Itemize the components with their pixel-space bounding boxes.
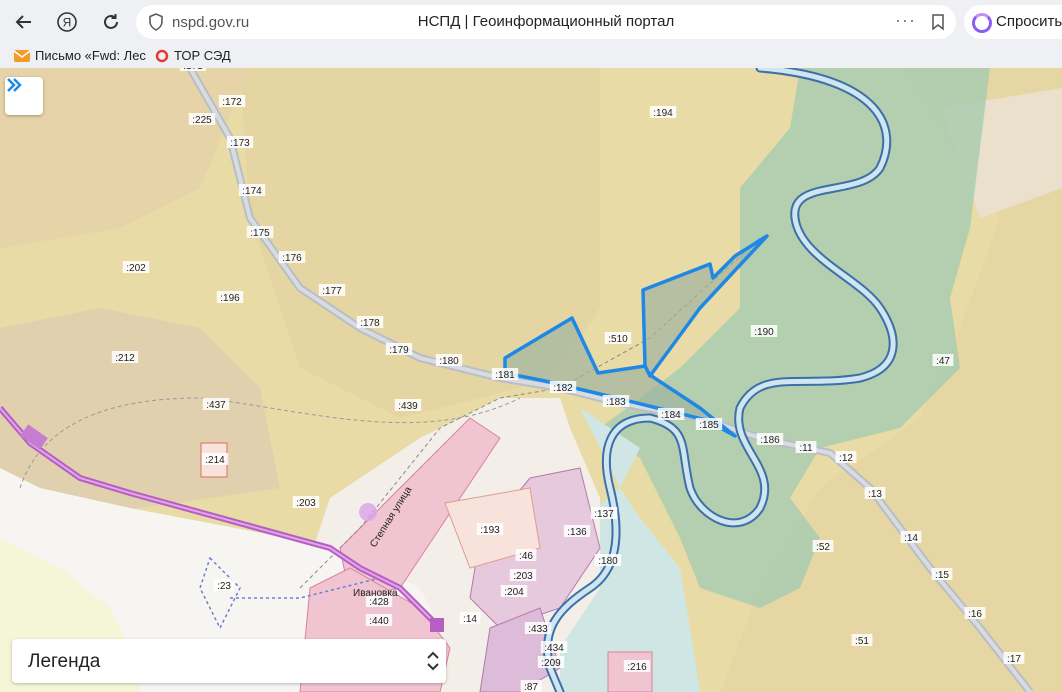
- parcel-label[interactable]: :180: [439, 356, 459, 367]
- legend-panel[interactable]: Легенда: [12, 639, 446, 683]
- parcel-label[interactable]: :193: [480, 525, 500, 536]
- bookmark-icon[interactable]: [930, 13, 946, 36]
- parcel-label[interactable]: :171: [183, 68, 203, 72]
- village-label: Ивановка: [353, 588, 398, 599]
- parcel-label[interactable]: :184: [661, 410, 681, 421]
- parcel-label[interactable]: :179: [389, 345, 409, 356]
- parcel-label[interactable]: :190: [754, 327, 774, 338]
- parcel-label[interactable]: :194: [653, 108, 673, 119]
- ring-icon: [155, 49, 169, 62]
- parcel-label[interactable]: :17: [1007, 654, 1021, 665]
- parcel-label[interactable]: :14: [463, 614, 477, 625]
- parcel-label[interactable]: :14: [904, 533, 918, 544]
- parcel-label[interactable]: :434: [544, 643, 564, 654]
- parcel-label[interactable]: :439: [398, 401, 418, 412]
- map-canvas[interactable]: :171 :172 :225 :173 :174 :175 :202 :176 :196 :177…: [0, 68, 1062, 692]
- parcel-label[interactable]: :180: [598, 556, 618, 567]
- parcel-label[interactable]: :186: [760, 435, 780, 446]
- poi-marker[interactable]: [359, 503, 377, 521]
- parcel-label[interactable]: :176: [282, 253, 302, 264]
- address-bar[interactable]: nspd.gov.ru НСПД | Геоинформационный пор…: [136, 5, 956, 39]
- road-node: [430, 618, 444, 632]
- parcel-label[interactable]: :172: [222, 97, 242, 108]
- parcel-label[interactable]: :212: [115, 353, 135, 364]
- parcel-label[interactable]: :433: [528, 624, 548, 635]
- parcel-label[interactable]: :182: [553, 383, 573, 394]
- parcel-label[interactable]: :12: [839, 453, 853, 464]
- expand-panel-button[interactable]: [5, 77, 43, 115]
- parcel-label[interactable]: :181: [495, 370, 515, 381]
- parcel-label[interactable]: :174: [242, 186, 262, 197]
- page-title: НСПД | Геоинформационный портал: [417, 13, 675, 30]
- parcel-label[interactable]: :178: [360, 318, 380, 329]
- parcel-label[interactable]: :214: [205, 455, 225, 466]
- reload-icon[interactable]: [97, 8, 125, 36]
- browser-chrome: Я nspd.gov.ru НСПД | Геоинформационный п…: [0, 0, 1062, 68]
- back-arrow-icon[interactable]: [10, 8, 38, 36]
- parcel-label[interactable]: :203: [513, 571, 533, 582]
- parcel-label[interactable]: :52: [816, 542, 830, 553]
- parcel-label[interactable]: :183: [606, 397, 626, 408]
- map-view[interactable]: :171 :172 :225 :173 :174 :175 :202 :176 :196 :177…: [0, 68, 1062, 692]
- parcel-label[interactable]: :137: [594, 509, 614, 520]
- parcel-label[interactable]: :437: [206, 400, 226, 411]
- parcel-label[interactable]: :46: [519, 551, 533, 562]
- svg-text:Я: Я: [63, 16, 72, 30]
- bookmark-label: ТОР СЭД: [174, 48, 231, 63]
- parcel-label[interactable]: :177: [322, 286, 342, 297]
- parcel-label[interactable]: :203: [296, 498, 316, 509]
- parcel-label[interactable]: :225: [192, 115, 212, 126]
- yandex-icon[interactable]: Я: [53, 8, 81, 36]
- parcel-label[interactable]: :216: [627, 662, 647, 673]
- bookmarks-bar: Письмо «Fwd: Лес ТОР СЭД: [0, 44, 1062, 68]
- parcel-label[interactable]: :185: [699, 420, 719, 431]
- bookmark-item-tor[interactable]: ТОР СЭД: [155, 48, 231, 63]
- parcel-label[interactable]: :175: [250, 228, 270, 239]
- parcel-label[interactable]: :47: [936, 356, 950, 367]
- more-icon[interactable]: ···: [895, 10, 916, 31]
- bookmark-label: Письмо «Fwd: Лес: [35, 48, 146, 63]
- mail-icon: [14, 49, 30, 62]
- parcel-label[interactable]: :11: [799, 443, 813, 454]
- parcel-label[interactable]: :23: [217, 581, 231, 592]
- parcel-label[interactable]: :204: [504, 587, 524, 598]
- parcel-label[interactable]: :136: [567, 527, 587, 538]
- bookmark-item-mail[interactable]: Письмо «Fwd: Лес: [14, 48, 146, 63]
- parcel-label[interactable]: :16: [968, 609, 982, 620]
- parcel-label[interactable]: :87: [524, 682, 538, 692]
- parcel-label[interactable]: :173: [230, 138, 250, 149]
- parcel-label[interactable]: :510: [608, 334, 628, 345]
- legend-label: Легенда: [28, 651, 101, 672]
- ask-button-label: Спросить: [996, 13, 1062, 30]
- parcel-label[interactable]: :13: [868, 489, 882, 500]
- parcel-label[interactable]: :440: [369, 616, 389, 627]
- parcel-label[interactable]: :15: [935, 570, 949, 581]
- browser-toolbar: Я nspd.gov.ru НСПД | Геоинформационный п…: [0, 0, 1062, 44]
- parcel-label[interactable]: :51: [855, 636, 869, 647]
- parcel-label[interactable]: :196: [220, 293, 240, 304]
- ask-button[interactable]: Спросить: [964, 5, 1062, 39]
- parcel-label[interactable]: :209: [541, 658, 561, 669]
- double-chevron-right-icon: [7, 78, 22, 92]
- parcel-label[interactable]: :202: [126, 263, 146, 274]
- alice-icon: [972, 13, 992, 33]
